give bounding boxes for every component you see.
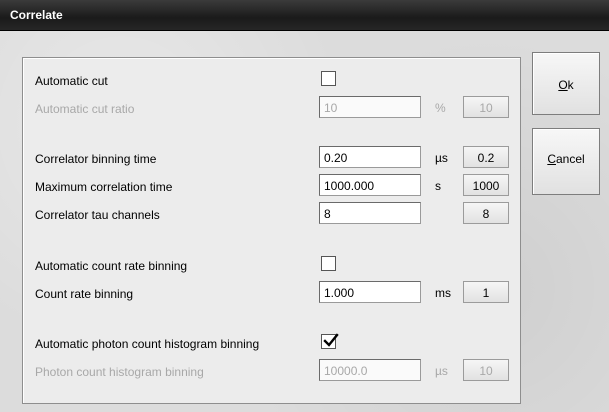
correlator-binning-time-label: Correlator binning time <box>35 152 157 166</box>
count-rate-binning-unit: ms <box>435 286 451 300</box>
ok-button[interactable]: Ok <box>532 52 600 115</box>
correlator-binning-time-input[interactable]: 0.20 <box>319 146 421 168</box>
photon-count-histogram-binning-input[interactable]: 10000.0 <box>319 359 421 381</box>
cancel-mnemonic: C <box>547 152 556 166</box>
row-correlator-tau-channels: Correlator tau channels 8 8 <box>23 202 520 228</box>
correlator-tau-channels-label: Correlator tau channels <box>35 208 160 222</box>
maximum-correlation-time-default-button[interactable]: 1000 <box>463 174 509 196</box>
row-automatic-cut: Automatic cut <box>23 68 520 94</box>
count-rate-binning-input[interactable]: 1.000 <box>319 281 421 303</box>
automatic-cut-ratio-input[interactable]: 10 <box>319 96 421 118</box>
automatic-photon-count-histogram-binning-label: Automatic photon count histogram binning <box>35 337 260 351</box>
row-automatic-photon-count-histogram-binning: Automatic photon count histogram binning <box>23 331 520 357</box>
row-maximum-correlation-time: Maximum correlation time 1000.000 s 1000 <box>23 174 520 200</box>
correlator-binning-time-default-button[interactable]: 0.2 <box>463 146 509 168</box>
automatic-cut-ratio-label: Automatic cut ratio <box>35 102 135 116</box>
automatic-cut-label: Automatic cut <box>35 74 108 88</box>
maximum-correlation-time-input[interactable]: 1000.000 <box>319 174 421 196</box>
cancel-label: ancel <box>555 152 585 166</box>
row-count-rate-binning: Count rate binning 1.000 ms 1 <box>23 281 520 307</box>
row-photon-count-histogram-binning: Photon count histogram binning 10000.0 µ… <box>23 359 520 385</box>
maximum-correlation-time-unit: s <box>435 179 441 193</box>
photon-count-histogram-binning-unit: µs <box>435 364 448 378</box>
row-automatic-count-rate-binning: Automatic count rate binning <box>23 253 520 279</box>
automatic-count-rate-binning-label: Automatic count rate binning <box>35 259 188 273</box>
maximum-correlation-time-label: Maximum correlation time <box>35 180 173 194</box>
correlator-tau-channels-default-button[interactable]: 8 <box>463 202 509 224</box>
title-bar: Correlate <box>0 0 609 31</box>
photon-count-histogram-binning-label: Photon count histogram binning <box>35 365 204 379</box>
ok-label: k <box>567 78 574 92</box>
automatic-photon-count-histogram-binning-checkbox[interactable] <box>321 333 339 349</box>
cancel-button[interactable]: Cancel <box>532 128 600 195</box>
automatic-cut-checkbox[interactable] <box>321 71 336 86</box>
ok-mnemonic: O <box>558 78 568 92</box>
row-automatic-cut-ratio: Automatic cut ratio 10 % 10 <box>23 96 520 122</box>
settings-panel: Automatic cut Automatic cut ratio 10 % 1… <box>22 57 521 404</box>
correlator-tau-channels-input[interactable]: 8 <box>319 202 421 224</box>
automatic-cut-ratio-unit: % <box>435 101 446 115</box>
window-title: Correlate <box>10 8 63 22</box>
correlator-binning-time-unit: µs <box>435 151 448 165</box>
row-correlator-binning-time: Correlator binning time 0.20 µs 0.2 <box>23 146 520 172</box>
automatic-cut-ratio-default-button[interactable]: 10 <box>463 96 509 118</box>
count-rate-binning-label: Count rate binning <box>35 287 134 301</box>
automatic-count-rate-binning-checkbox[interactable] <box>321 256 336 271</box>
checkmark-icon <box>323 333 339 347</box>
count-rate-binning-default-button[interactable]: 1 <box>463 281 509 303</box>
photon-count-histogram-binning-default-button[interactable]: 10 <box>463 359 509 381</box>
